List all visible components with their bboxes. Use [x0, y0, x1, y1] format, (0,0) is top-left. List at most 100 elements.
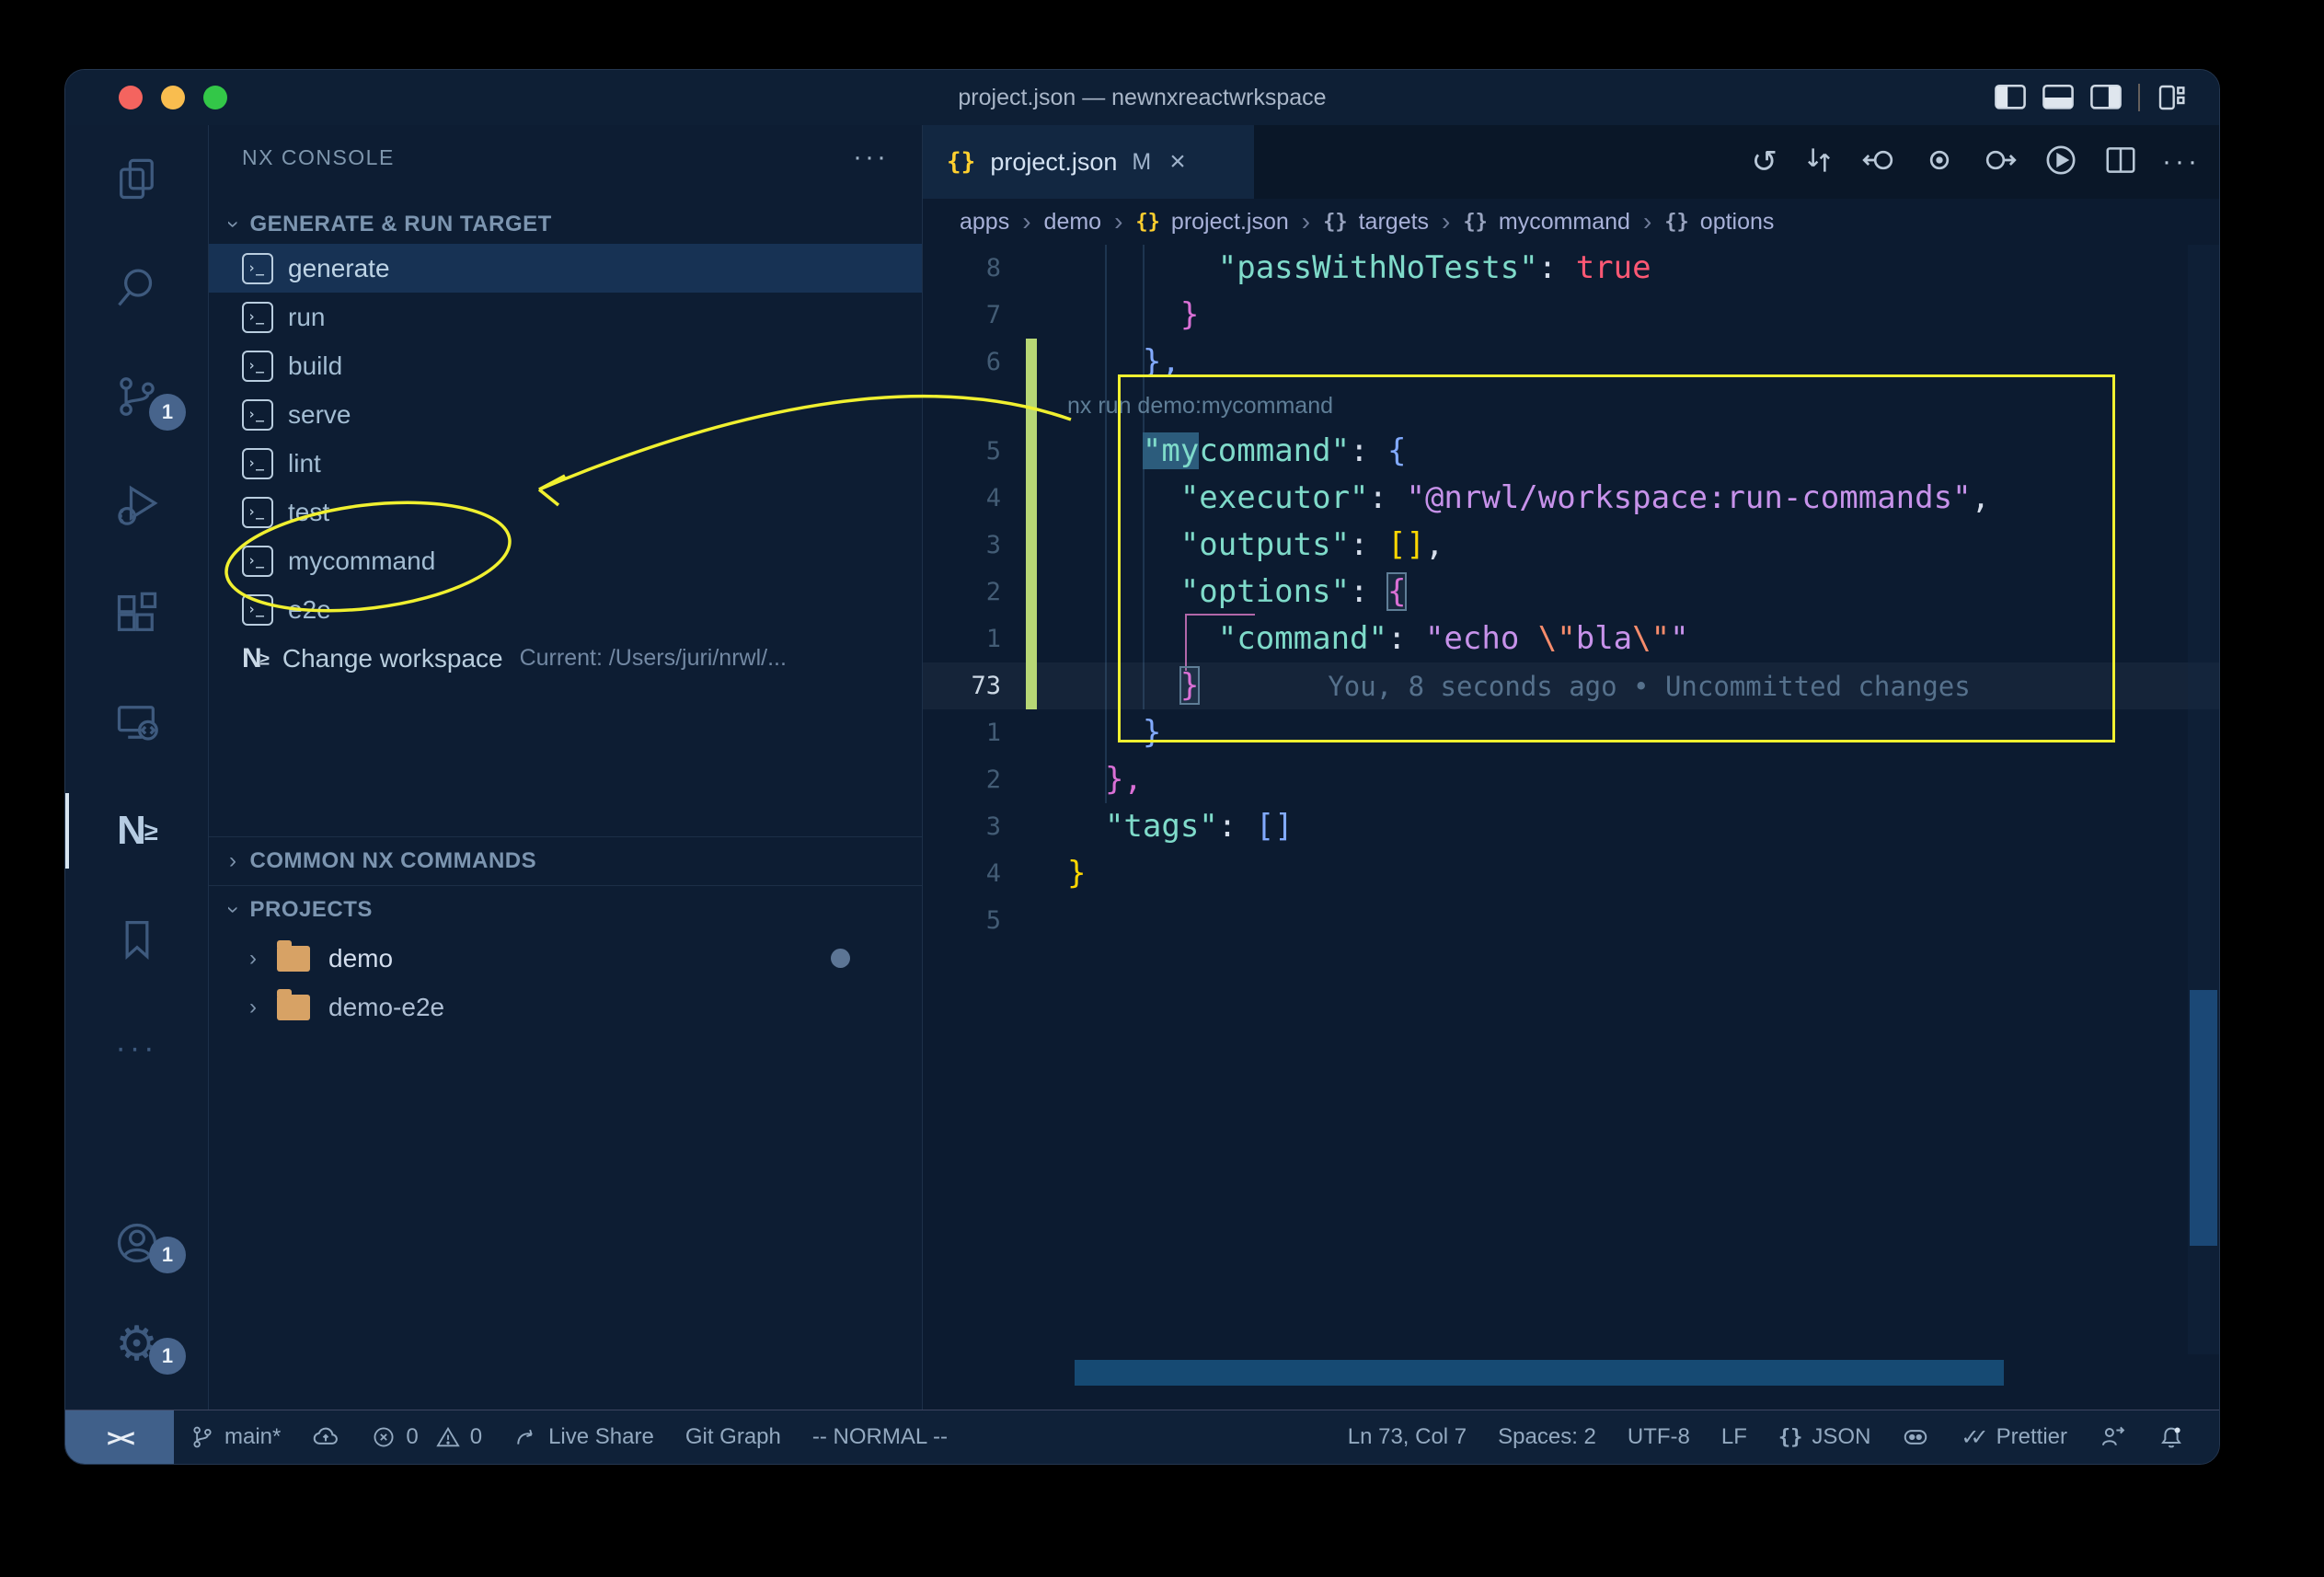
extensions-icon[interactable]	[65, 559, 208, 668]
editor-actions: ↺ ···	[1752, 125, 2201, 199]
titlebar-separator	[2138, 84, 2140, 111]
expand-chevron-icon[interactable]: ›	[249, 995, 257, 1020]
horizontal-scrollbar-track	[923, 1360, 2188, 1387]
code-editor[interactable]: 8 "passWithNoTests": true7 }6 },nx run d…	[923, 245, 2219, 1410]
breadcrumb-project-json[interactable]: project.json	[1171, 209, 1289, 236]
run-debug-icon[interactable]	[65, 451, 208, 559]
explorer-icon[interactable]	[65, 125, 208, 234]
encoding-status[interactable]: UTF-8	[1612, 1410, 1706, 1464]
section-generate-run-target[interactable]: › GENERATE & RUN TARGET	[209, 205, 922, 244]
gutter-modified-bar	[1026, 386, 1037, 428]
expand-chevron-icon[interactable]: ›	[249, 946, 257, 972]
terminal-icon: ›_	[242, 253, 273, 284]
settings-icon[interactable]: ⚙ 1	[65, 1294, 208, 1395]
modified-indicator: M	[1132, 149, 1151, 176]
feedback-button[interactable]	[2083, 1410, 2142, 1464]
code-token: "passWithNoTests"	[1067, 249, 1538, 286]
code-token: true	[1576, 249, 1651, 286]
close-tab-icon[interactable]: ×	[1169, 146, 1186, 178]
sidebar-item-test[interactable]: ›_ test	[209, 488, 922, 536]
folder-icon	[277, 946, 310, 972]
toggle-panel-icon[interactable]	[2042, 84, 2074, 111]
copilot-status[interactable]	[1886, 1410, 1945, 1464]
json-braces-icon: {}	[1135, 211, 1160, 234]
line-number: 1	[923, 616, 1001, 662]
more-views-icon[interactable]: ···	[65, 994, 208, 1102]
customize-layout-icon[interactable]	[2157, 83, 2186, 112]
line-number: 1	[923, 709, 1001, 756]
line-text: }	[1037, 850, 1086, 897]
git-compare-icon[interactable]	[1801, 143, 1836, 182]
breadcrumb-apps[interactable]: apps	[960, 209, 1009, 236]
gutter-modified-bar	[1026, 522, 1037, 569]
project-item-demo-e2e[interactable]: › demo-e2e	[209, 983, 922, 1031]
horizontal-scrollbar[interactable]	[1075, 1360, 2004, 1386]
language-mode[interactable]: {} JSON	[1763, 1410, 1887, 1464]
terminal-icon: ›_	[242, 546, 273, 577]
chevron-down-icon: ›	[220, 221, 246, 229]
code-line[interactable]: 2 },	[923, 756, 2219, 803]
cursor-position[interactable]: Ln 73, Col 7	[1332, 1410, 1482, 1464]
line-text: }	[1037, 292, 1199, 339]
sidebar-item-change-workspace[interactable]: N≥ Change workspace Current: /Users/juri…	[209, 634, 922, 683]
remote-indicator[interactable]: ><	[65, 1410, 174, 1464]
gutter-modified-bar	[1026, 245, 1037, 292]
section-common-nx-commands[interactable]: › COMMON NX COMMANDS	[209, 836, 922, 885]
run-circle-icon[interactable]	[2042, 142, 2079, 183]
breadcrumb-targets[interactable]: targets	[1359, 209, 1429, 236]
sidebar-item-e2e[interactable]: ›_ e2e	[209, 585, 922, 634]
bookmarks-icon[interactable]	[65, 885, 208, 994]
breadcrumb-options[interactable]: options	[1700, 209, 1775, 236]
next-change-icon[interactable]	[1982, 142, 2019, 183]
sidebar-item-serve[interactable]: ›_ serve	[209, 390, 922, 439]
sidebar-item-build[interactable]: ›_ build	[209, 341, 922, 390]
timeline-history-icon[interactable]: ↺	[1752, 144, 1778, 180]
sidebar-item-lint[interactable]: ›_ lint	[209, 439, 922, 488]
formatter-status[interactable]: ✓✓ Prettier	[1945, 1410, 2083, 1464]
vim-mode-indicator[interactable]: -- NORMAL --	[797, 1410, 963, 1464]
nx-console-icon[interactable]: N≥	[65, 777, 208, 885]
split-editor-icon[interactable]	[2103, 143, 2138, 182]
live-share-button[interactable]: Live Share	[498, 1410, 670, 1464]
search-icon[interactable]	[65, 234, 208, 342]
git-graph-button[interactable]: Git Graph	[670, 1410, 797, 1464]
remote-explorer-icon[interactable]	[65, 668, 208, 777]
problems-status[interactable]: 0 0	[355, 1410, 498, 1464]
sidebar-nx-console: NX CONSOLE ··· › GENERATE & RUN TARGET ›…	[209, 125, 923, 1410]
publish-changes-button[interactable]	[296, 1410, 355, 1464]
account-icon[interactable]: 1	[65, 1192, 208, 1294]
breadcrumb-separator: ›	[1442, 207, 1450, 236]
cloud-upload-icon	[312, 1423, 339, 1451]
sidebar-item-generate[interactable]: ›_ generate	[209, 244, 922, 293]
section-projects[interactable]: › PROJECTS	[209, 885, 922, 934]
sidebar-item-run[interactable]: ›_ run	[209, 293, 922, 341]
vertical-scrollbar[interactable]	[2190, 990, 2217, 1246]
more-actions-icon[interactable]: ···	[2162, 146, 2201, 178]
code-line[interactable]: 8 "passWithNoTests": true	[923, 245, 2219, 292]
error-icon	[371, 1424, 397, 1450]
tab-project-json[interactable]: {} project.json M ×	[923, 125, 1254, 199]
change-icon[interactable]	[1921, 142, 1958, 183]
previous-change-icon[interactable]	[1860, 142, 1897, 183]
source-control-icon[interactable]: 1	[65, 342, 208, 451]
code-line[interactable]: 4}	[923, 850, 2219, 897]
sidebar-item-mycommand[interactable]: ›_ mycommand	[209, 536, 922, 585]
code-line[interactable]: 3 "tags": []	[923, 803, 2219, 850]
toggle-sidebar-right-icon[interactable]	[2090, 84, 2122, 111]
breadcrumb-mycommand[interactable]: mycommand	[1499, 209, 1630, 236]
line-number: 73	[923, 662, 1001, 709]
breadcrumb-separator: ›	[1302, 207, 1310, 236]
code-line[interactable]: 7 }	[923, 292, 2219, 339]
code-line[interactable]: 5	[923, 897, 2219, 944]
notifications-button[interactable]	[2142, 1410, 2201, 1464]
toggle-sidebar-left-icon[interactable]	[1995, 84, 2026, 111]
project-item-demo[interactable]: › demo	[209, 934, 922, 983]
git-branch-status[interactable]: main*	[174, 1410, 296, 1464]
line-number: 2	[923, 569, 1001, 616]
indentation-status[interactable]: Spaces: 2	[1482, 1410, 1612, 1464]
eol-status[interactable]: LF	[1706, 1410, 1763, 1464]
breadcrumb-separator: ›	[1114, 207, 1122, 236]
sidebar-more-actions-icon[interactable]: ···	[853, 142, 889, 173]
annotation-rectangle	[1118, 374, 2115, 742]
breadcrumb-demo[interactable]: demo	[1044, 209, 1102, 236]
